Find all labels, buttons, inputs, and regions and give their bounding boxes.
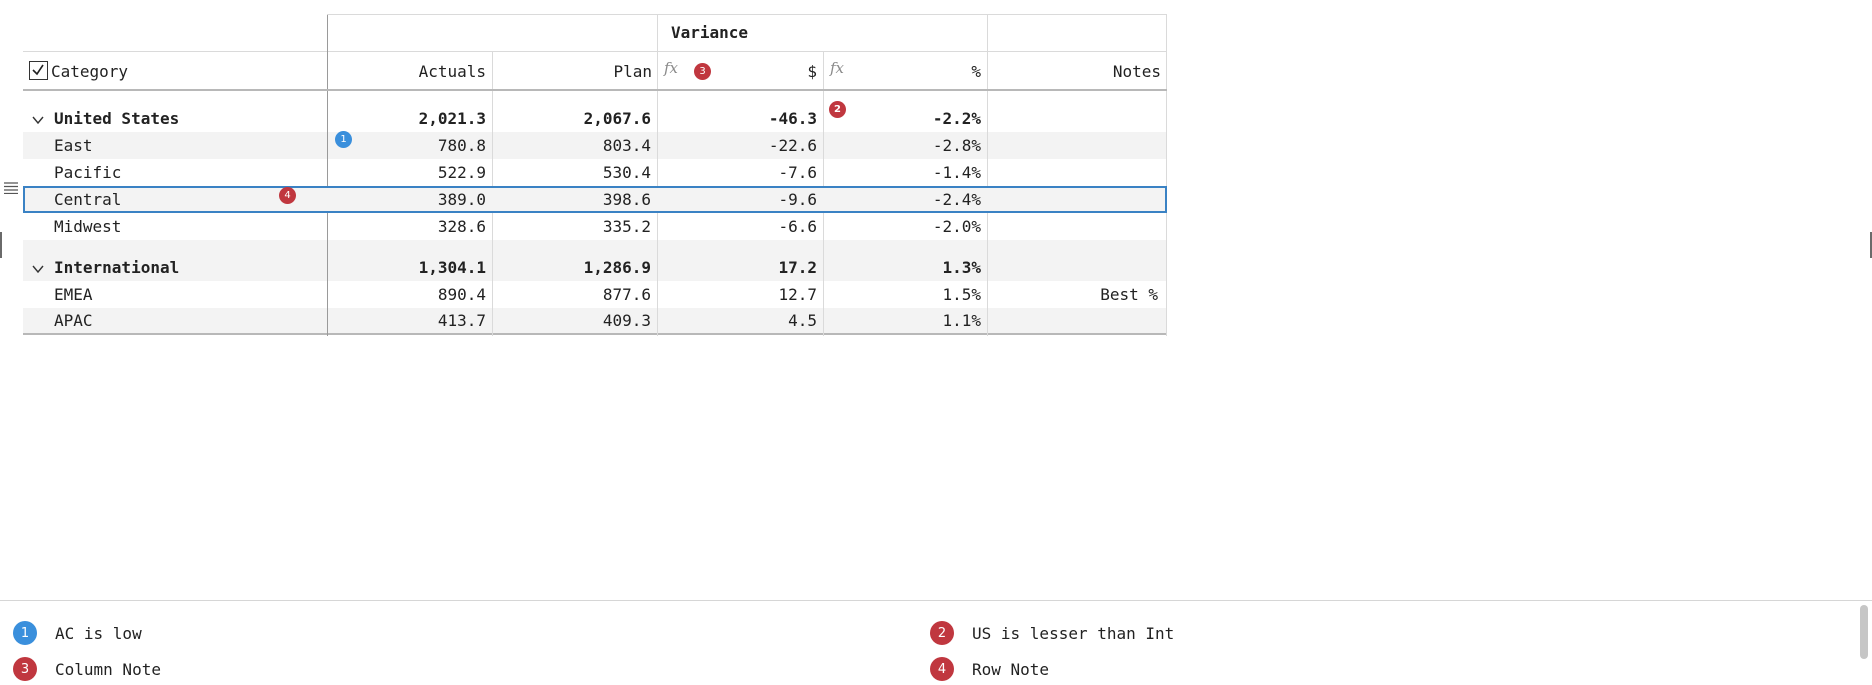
cell-plan: 409.3 (602, 311, 651, 330)
cell-variance-pct: 1.1% (942, 311, 981, 330)
cell-variance-pct: 1.3% (942, 258, 981, 277)
note-number-badge: 3 (13, 657, 37, 681)
note-text: Row Note (972, 659, 1050, 679)
column-header-notes[interactable]: Notes (987, 51, 1167, 91)
cell-plan: 530.4 (602, 163, 651, 182)
note-item[interactable]: 4 Row Note (930, 657, 1049, 681)
cell-actuals: 413.7 (437, 311, 486, 330)
header-column-row: Category Actuals Plan fx $ fx % Notes 3 (23, 51, 1167, 91)
table-row-selected[interactable]: Central 389.0 398.6 -9.6 -2.4% 4 (23, 186, 1167, 213)
row-label: APAC (54, 311, 93, 330)
row-label: Pacific (54, 163, 122, 182)
note-number-badge: 2 (930, 621, 954, 645)
table-row[interactable]: Pacific 522.9 530.4 -7.6 -1.4% (23, 159, 1167, 186)
cell-variance-abs: -7.6 (778, 163, 817, 182)
chevron-down-icon[interactable] (32, 263, 44, 275)
cell-notes: Best % (1100, 285, 1158, 304)
note-item[interactable]: 1 AC is low (13, 621, 142, 645)
cell-variance-abs: -22.6 (768, 136, 817, 155)
row-label: East (54, 136, 93, 155)
note-item[interactable]: 3 Column Note (13, 657, 161, 681)
cell-actuals: 389.0 (437, 190, 486, 209)
cell-variance-pct: -2.2% (932, 109, 981, 128)
cell-plan: 877.6 (602, 285, 651, 304)
cell-plan: 1,286.9 (583, 258, 651, 277)
select-all-checkbox[interactable] (29, 61, 48, 80)
cell-variance-abs: 12.7 (778, 285, 817, 304)
note-badge-column[interactable]: 3 (694, 63, 711, 80)
cell-actuals: 328.6 (437, 217, 486, 236)
cell-variance-abs: 4.5 (788, 311, 817, 330)
cell-variance-pct: -2.8% (932, 136, 981, 155)
left-resize-handle[interactable] (0, 232, 2, 258)
checkmark-icon (32, 64, 44, 76)
column-header-actuals[interactable]: Actuals (327, 51, 492, 91)
notes-panel: 1 AC is low 2 US is lesser than Int 3 Co… (0, 600, 1872, 685)
row-label: Midwest (54, 217, 122, 236)
chevron-down-icon[interactable] (32, 114, 44, 126)
group-row-international[interactable]: International 1,304.1 1,286.9 17.2 1.3% (23, 254, 1167, 281)
cell-variance-pct: 1.5% (942, 285, 981, 304)
variance-group-header: Variance (671, 23, 749, 42)
cell-plan: 398.6 (602, 190, 651, 209)
table-row[interactable]: Midwest 328.6 335.2 -6.6 -2.0% (23, 213, 1167, 240)
note-item[interactable]: 2 US is lesser than Int (930, 621, 1174, 645)
cell-notes (987, 213, 1167, 240)
note-number-badge: 4 (930, 657, 954, 681)
cell-variance-abs: 17.2 (778, 258, 817, 277)
group-label: United States (54, 109, 180, 128)
header-group-row: Variance (23, 14, 1167, 51)
cell-notes (987, 308, 1167, 333)
note-text: US is lesser than Int (972, 623, 1175, 643)
cell-variance-abs: -46.3 (768, 109, 817, 128)
notes-scrollbar[interactable] (1860, 605, 1868, 659)
cell-notes (987, 159, 1167, 186)
cell-variance-abs: -9.6 (778, 190, 817, 209)
cell-plan: 2,067.6 (583, 109, 651, 128)
cell-variance-pct: -1.4% (932, 163, 981, 182)
drag-handle-icon[interactable] (4, 182, 18, 194)
cell-actuals: 522.9 (437, 163, 486, 182)
group-row-united-states[interactable]: United States 2,021.3 2,067.6 -46.3 -2.2… (23, 101, 1167, 132)
cell-variance-pct: -2.4% (932, 190, 981, 209)
column-header-plan[interactable]: Plan (492, 51, 657, 91)
note-badge-cell[interactable]: 1 (335, 131, 352, 148)
cell-notes (987, 132, 1167, 159)
note-text: AC is low (55, 623, 142, 643)
cell-actuals: 780.8 (437, 136, 486, 155)
cell-plan: 803.4 (602, 136, 651, 155)
cell-plan: 335.2 (602, 217, 651, 236)
cell-actuals: 890.4 (437, 285, 486, 304)
cell-notes (987, 186, 1167, 213)
note-number-badge: 1 (13, 621, 37, 645)
note-badge-row[interactable]: 4 (279, 187, 296, 204)
group-spacer (23, 240, 1167, 254)
table-row[interactable]: EMEA 890.4 877.6 12.7 1.5% Best % (23, 281, 1167, 308)
row-label: Central (54, 190, 122, 209)
cell-actuals: 2,021.3 (418, 109, 486, 128)
group-label: International (54, 258, 180, 277)
column-header-category[interactable]: Category (51, 51, 128, 91)
cell-variance-pct: -2.0% (932, 217, 981, 236)
column-header-variance-pct[interactable]: % (823, 51, 987, 91)
cell-variance-abs: -6.6 (778, 217, 817, 236)
table-row[interactable]: APAC 413.7 409.3 4.5 1.1% (23, 308, 1167, 335)
row-label: EMEA (54, 285, 93, 304)
note-text: Column Note (55, 659, 161, 679)
table-row[interactable]: East 780.8 803.4 -22.6 -2.8% 1 (23, 131, 1167, 159)
cell-actuals: 1,304.1 (418, 258, 486, 277)
column-header-variance-abs[interactable]: $ (657, 51, 823, 91)
note-badge-cell[interactable]: 2 (829, 101, 846, 118)
table-body: United States 2,021.3 2,067.6 -46.3 -2.2… (23, 91, 1167, 336)
